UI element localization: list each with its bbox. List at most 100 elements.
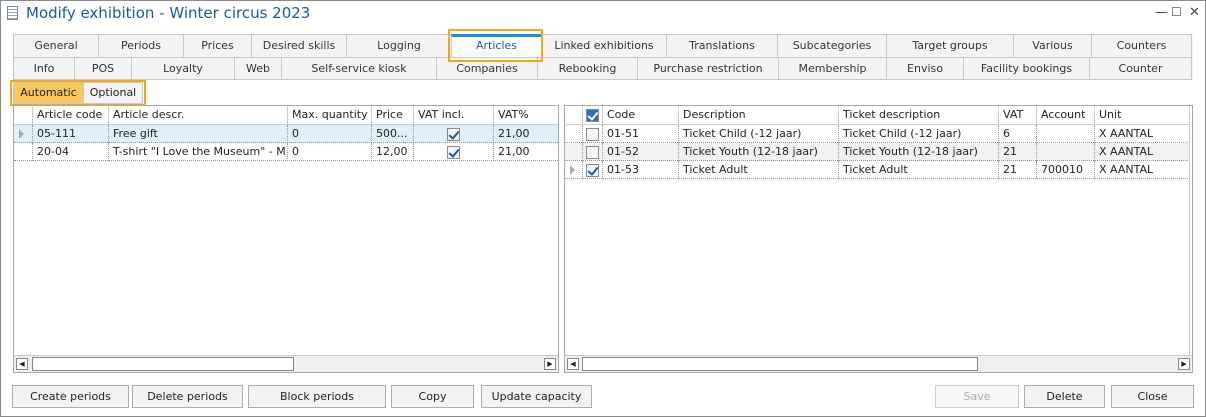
table-cell: 21: [998, 161, 1036, 179]
articles-scroll-left-icon[interactable]: ◀: [16, 358, 28, 370]
table-row[interactable]: 01-52 Ticket Youth (12-18 jaar) Ticket You…: [565, 143, 1192, 161]
table-row[interactable]: 01-51 Ticket Child (-12 jaar) Ticket Child…: [565, 125, 1192, 143]
row-indicator-icon: [19, 129, 24, 139]
tab-enviso[interactable]: Enviso: [886, 57, 964, 80]
table-cell: 21,00: [493, 125, 559, 143]
column-header[interactable]: Ticket description: [838, 106, 998, 124]
close-button[interactable]: Close: [1111, 385, 1194, 408]
table-cell: Free gift: [108, 125, 287, 143]
tab-general[interactable]: General: [13, 34, 99, 58]
row-checkbox[interactable]: [586, 163, 599, 177]
column-header[interactable]: Price: [371, 106, 413, 124]
table-cell: 0: [287, 143, 371, 161]
table-row[interactable]: 05-111 Free gift 0 500... 21,00: [14, 125, 558, 143]
tickets-vscrollbar[interactable]: [1189, 106, 1192, 355]
table-cell: 12,00: [371, 143, 413, 161]
articles-grid[interactable]: Article code Article descr. Max. quantity P…: [13, 105, 559, 373]
tab-counter[interactable]: Counter: [1089, 57, 1192, 80]
table-cell: [1036, 143, 1094, 161]
create-periods-button[interactable]: Create periods: [12, 385, 129, 408]
vat-incl-checkbox[interactable]: [447, 145, 460, 159]
tab-periods[interactable]: Periods: [98, 34, 184, 58]
tab-membership[interactable]: Membership: [778, 57, 887, 80]
column-header[interactable]: Article descr.: [108, 106, 287, 124]
column-header[interactable]: Article code: [32, 106, 108, 124]
tickets-header-row: Code Description Ticket description VAT Acco…: [565, 106, 1192, 125]
tab-purchase-restriction[interactable]: Purchase restriction: [637, 57, 779, 80]
tab-pos[interactable]: POS: [74, 57, 132, 80]
block-periods-button[interactable]: Block periods: [248, 385, 386, 408]
column-header[interactable]: VAT%: [493, 106, 559, 124]
table-row[interactable]: 20-04 T-shirt "I Love the Museum" - M 0 12,…: [14, 143, 558, 161]
table-cell: [413, 125, 493, 143]
delete-periods-button[interactable]: Delete periods: [132, 385, 243, 408]
articles-hscrollbar[interactable]: ◀ ▶: [14, 355, 558, 372]
tab-self-service-kiosk[interactable]: Self-service kiosk: [281, 57, 437, 80]
vat-incl-checkbox[interactable]: [447, 127, 460, 141]
table-cell: T-shirt "I Love the Museum" - M: [108, 143, 287, 161]
update-capacity-button[interactable]: Update capacity: [481, 385, 592, 408]
table-cell: 01-51: [602, 125, 678, 143]
table-cell: Ticket Youth (12-18 jaar): [678, 143, 838, 161]
row-checkbox[interactable]: [586, 127, 599, 141]
row-checkbox[interactable]: [586, 145, 599, 159]
tab-translations[interactable]: Translations: [666, 34, 778, 58]
select-all-cell: [582, 106, 602, 124]
tab-info[interactable]: Info: [13, 57, 75, 80]
subtabs-highlight: [10, 80, 146, 106]
tab-prices[interactable]: Prices: [183, 34, 252, 58]
modify-exhibition-window: Modify exhibition - Winter circus 2023 —…: [0, 0, 1206, 417]
table-cell: X AANTAL: [1094, 161, 1192, 179]
tab-rebooking[interactable]: Rebooking: [537, 57, 638, 80]
column-header[interactable]: Account: [1036, 106, 1094, 124]
close-window-button[interactable]: ✕: [1189, 5, 1200, 20]
table-cell: Ticket Child (-12 jaar): [678, 125, 838, 143]
tickets-grid[interactable]: Code Description Ticket description VAT Acco…: [564, 105, 1193, 373]
tab-subcategories[interactable]: Subcategories: [777, 34, 887, 58]
tab-facility-bookings[interactable]: Facility bookings: [963, 57, 1090, 80]
tab-web[interactable]: Web: [234, 57, 282, 80]
table-cell: Ticket Youth (12-18 jaar): [838, 143, 998, 161]
select-all-checkbox[interactable]: [586, 108, 599, 122]
articles-scroll-right-icon[interactable]: ▶: [544, 358, 556, 370]
table-row[interactable]: 01-53 Ticket Adult Ticket Adult 21 700010 X A…: [565, 161, 1192, 179]
column-header[interactable]: VAT: [998, 106, 1036, 124]
table-cell: 01-52: [602, 143, 678, 161]
tab-logging[interactable]: Logging: [346, 34, 452, 58]
delete-button[interactable]: Delete: [1024, 385, 1105, 408]
table-cell: Ticket Adult: [838, 161, 998, 179]
tab-counters[interactable]: Counters: [1091, 34, 1192, 58]
tab-various[interactable]: Various: [1013, 34, 1092, 58]
articles-header-row: Article code Article descr. Max. quantity P…: [14, 106, 558, 125]
tab-loyalty[interactable]: Loyalty: [131, 57, 235, 80]
checkbox-cell: [582, 125, 602, 143]
articles-tab-highlight: [448, 29, 543, 62]
checkbox-cell: [582, 161, 602, 179]
tab-linked-exhibitions[interactable]: Linked exhibitions: [541, 34, 667, 58]
save-button[interactable]: Save: [935, 385, 1019, 408]
app-icon: [7, 6, 18, 20]
column-header[interactable]: Description: [678, 106, 838, 124]
minimize-button[interactable]: —: [1155, 5, 1168, 20]
maximize-button[interactable]: ☐: [1171, 5, 1182, 19]
tab-desired-skills[interactable]: Desired skills: [251, 34, 347, 58]
tickets-scroll-thumb[interactable]: [582, 357, 978, 371]
column-header[interactable]: Code: [602, 106, 678, 124]
table-cell: 05-111: [32, 125, 108, 143]
column-header[interactable]: VAT incl.: [413, 106, 493, 124]
window-title: Modify exhibition - Winter circus 2023: [26, 4, 311, 22]
tickets-scroll-left-icon[interactable]: ◀: [567, 358, 579, 370]
table-cell: Ticket Adult: [678, 161, 838, 179]
table-cell: 01-53: [602, 161, 678, 179]
column-header[interactable]: Unit: [1094, 106, 1192, 124]
tickets-scroll-right-icon[interactable]: ▶: [1178, 358, 1190, 370]
table-cell: 0: [287, 125, 371, 143]
articles-scroll-thumb[interactable]: [32, 357, 294, 371]
table-cell: [1036, 125, 1094, 143]
checkbox-cell: [582, 143, 602, 161]
tab-target-groups[interactable]: Target groups: [886, 34, 1014, 58]
table-cell: 500...: [371, 125, 413, 143]
tickets-hscrollbar[interactable]: ◀ ▶: [565, 355, 1192, 372]
column-header[interactable]: Max. quantity: [287, 106, 371, 124]
copy-button[interactable]: Copy: [391, 385, 474, 408]
